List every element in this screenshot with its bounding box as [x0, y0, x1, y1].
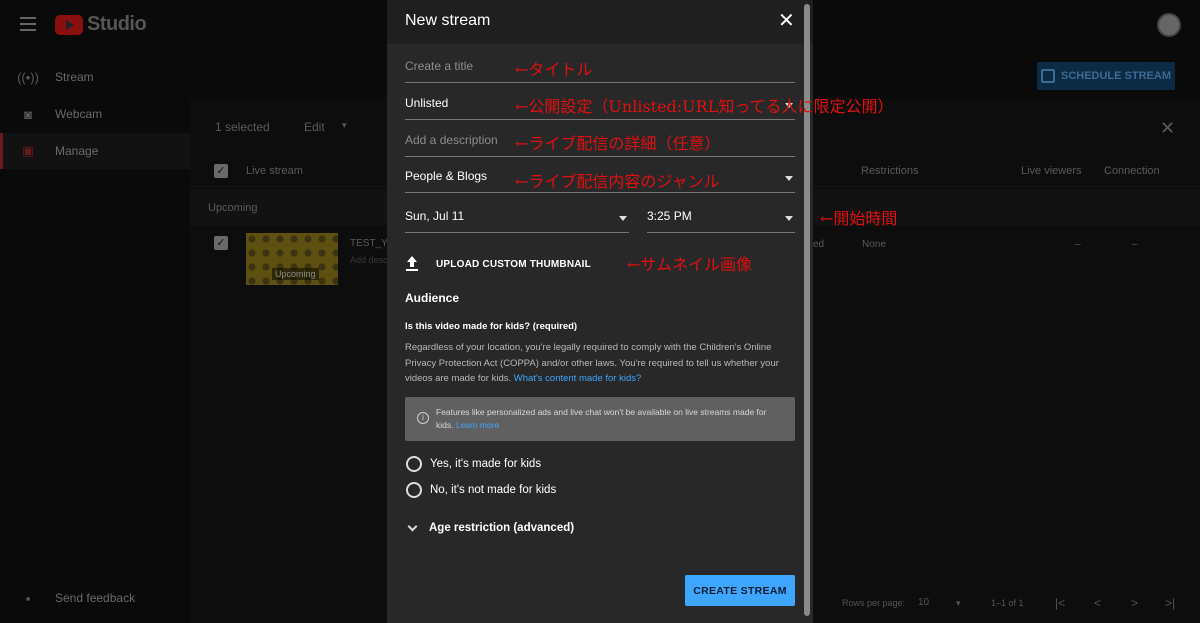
dialog-header: New stream ✕: [387, 0, 813, 44]
sidebar-item-stream[interactable]: ((•)) Stream: [0, 59, 190, 95]
kids-question: Is this video made for kids? (required): [405, 321, 578, 332]
upload-thumbnail-button[interactable]: UPLOAD CUSTOM THUMBNAIL: [405, 255, 591, 273]
app-root: Studio ((•)) Stream ◙ Webcam ▣ Manage ▪ …: [0, 0, 1200, 623]
row-connection: –: [1132, 239, 1138, 250]
audience-heading: Audience: [405, 291, 460, 305]
sidebar-item-label: Webcam: [55, 107, 103, 121]
radio-circle-icon: [406, 456, 422, 472]
last-page-icon[interactable]: >|: [1165, 596, 1175, 610]
section-label: Upcoming: [208, 202, 258, 214]
feedback-icon: ▪: [25, 590, 31, 606]
sidebar-item-label: Send feedback: [55, 591, 136, 605]
date-value: Sun, Jul 11: [405, 209, 465, 223]
title-input-placeholder: Create a title: [405, 59, 474, 73]
schedule-stream-label: SCHEDULE STREAM: [1060, 70, 1171, 82]
page-range: 1–1 of 1: [991, 598, 1024, 608]
prev-page-icon[interactable]: <: [1094, 596, 1101, 610]
info-icon: i: [417, 412, 429, 424]
row-title[interactable]: TEST_Y: [350, 238, 388, 249]
date-select[interactable]: Sun, Jul 11: [405, 203, 629, 233]
upcoming-badge: Upcoming: [272, 268, 319, 280]
logo-text: Studio: [87, 13, 147, 35]
sidebar-item-label: Stream: [55, 70, 94, 84]
annotation-title: ←タイトル: [515, 60, 593, 79]
time-select[interactable]: 3:25 PM: [647, 203, 795, 233]
category-value: People & Blogs: [405, 169, 488, 183]
edit-chevron-icon[interactable]: ▾: [342, 120, 347, 131]
column-live-stream[interactable]: Live stream: [246, 165, 303, 177]
chevron-down-icon: [785, 216, 793, 221]
row-visibility: ed: [813, 239, 825, 250]
visibility-value: Unlisted: [405, 96, 449, 110]
kids-content-link[interactable]: What's content made for kids?: [514, 373, 642, 384]
sidebar: ((•)) Stream ◙ Webcam ▣ Manage ▪ Send fe…: [0, 50, 190, 623]
avatar[interactable]: [1157, 13, 1181, 37]
chevron-down-icon: [619, 216, 627, 221]
annotation-start-time: ←開始時間: [820, 209, 898, 228]
radio-circle-icon: [406, 482, 422, 498]
age-restriction-toggle[interactable]: Age restriction (advanced): [407, 521, 575, 534]
youtube-logo-icon: [55, 14, 83, 35]
column-live-viewers[interactable]: Live viewers: [1021, 165, 1082, 177]
sidebar-item-label: Manage: [55, 144, 99, 158]
row-description: Add desc: [350, 255, 388, 265]
annotation-category: ←ライブ配信内容のジャンル: [515, 172, 720, 191]
row-live-viewers: –: [1075, 239, 1081, 250]
rows-per-page-label: Rows per page:: [842, 598, 906, 608]
create-stream-button[interactable]: CREATE STREAM: [685, 575, 795, 606]
annotation-visibility: ←公開設定（Unlisted:URL知ってる人に限定公開）: [515, 97, 894, 116]
radio-label: Yes, it's made for kids: [430, 458, 542, 470]
radio-label: No, it's not made for kids: [430, 484, 557, 496]
close-icon[interactable]: ✕: [778, 10, 795, 32]
broadcast-icon: ((•)): [17, 69, 39, 85]
radio-made-for-kids[interactable]: Yes, it's made for kids: [406, 455, 541, 473]
info-text: Features like personalized ads and live …: [436, 406, 776, 432]
row-restrictions: None: [862, 239, 886, 250]
radio-not-made-for-kids[interactable]: No, it's not made for kids: [406, 481, 556, 499]
sidebar-item-webcam[interactable]: ◙ Webcam: [0, 96, 190, 132]
studio-logo[interactable]: Studio: [55, 13, 147, 36]
camera-icon: ◙: [24, 106, 32, 122]
age-restriction-label: Age restriction (advanced): [429, 522, 575, 534]
edit-dropdown[interactable]: Edit: [304, 120, 325, 134]
schedule-stream-button[interactable]: SCHEDULE STREAM: [1037, 62, 1175, 90]
annotation-thumbnail: ←サムネイル画像: [627, 255, 753, 274]
title-field[interactable]: Create a title: [405, 53, 795, 83]
chevron-down-icon: [407, 521, 418, 531]
sidebar-item-manage[interactable]: ▣ Manage: [0, 133, 190, 169]
select-all-checkbox[interactable]: ✓: [214, 164, 228, 178]
selected-count: 1 selected: [215, 120, 270, 134]
upload-icon: [405, 256, 419, 272]
chevron-down-icon: [785, 176, 793, 181]
upload-thumbnail-label: UPLOAD CUSTOM THUMBNAIL: [436, 258, 591, 270]
learn-more-link[interactable]: Learn more: [456, 420, 499, 430]
first-page-icon[interactable]: |<: [1055, 596, 1065, 610]
time-value: 3:25 PM: [647, 209, 692, 223]
row-checkbox[interactable]: ✓: [214, 236, 228, 250]
calendar-icon: ▣: [21, 143, 35, 158]
menu-icon[interactable]: [20, 17, 36, 31]
column-connection[interactable]: Connection: [1104, 165, 1160, 177]
rows-chevron-icon[interactable]: ▾: [956, 598, 961, 609]
kids-paragraph: Regardless of your location, you're lega…: [405, 340, 797, 387]
column-restrictions[interactable]: Restrictions: [861, 165, 918, 177]
annotation-description: ←ライブ配信の詳細（任意）: [515, 134, 721, 153]
description-input-placeholder: Add a description: [405, 133, 498, 147]
sidebar-item-feedback[interactable]: ▪ Send feedback: [0, 580, 190, 616]
kids-info-banner: i Features like personalized ads and liv…: [405, 397, 795, 441]
calendar-icon: [1040, 69, 1055, 83]
close-selection-icon[interactable]: ✕: [1160, 118, 1175, 139]
next-page-icon[interactable]: >: [1131, 596, 1138, 610]
dialog-title: New stream: [405, 12, 491, 29]
rows-per-page-select[interactable]: 10: [918, 597, 929, 608]
